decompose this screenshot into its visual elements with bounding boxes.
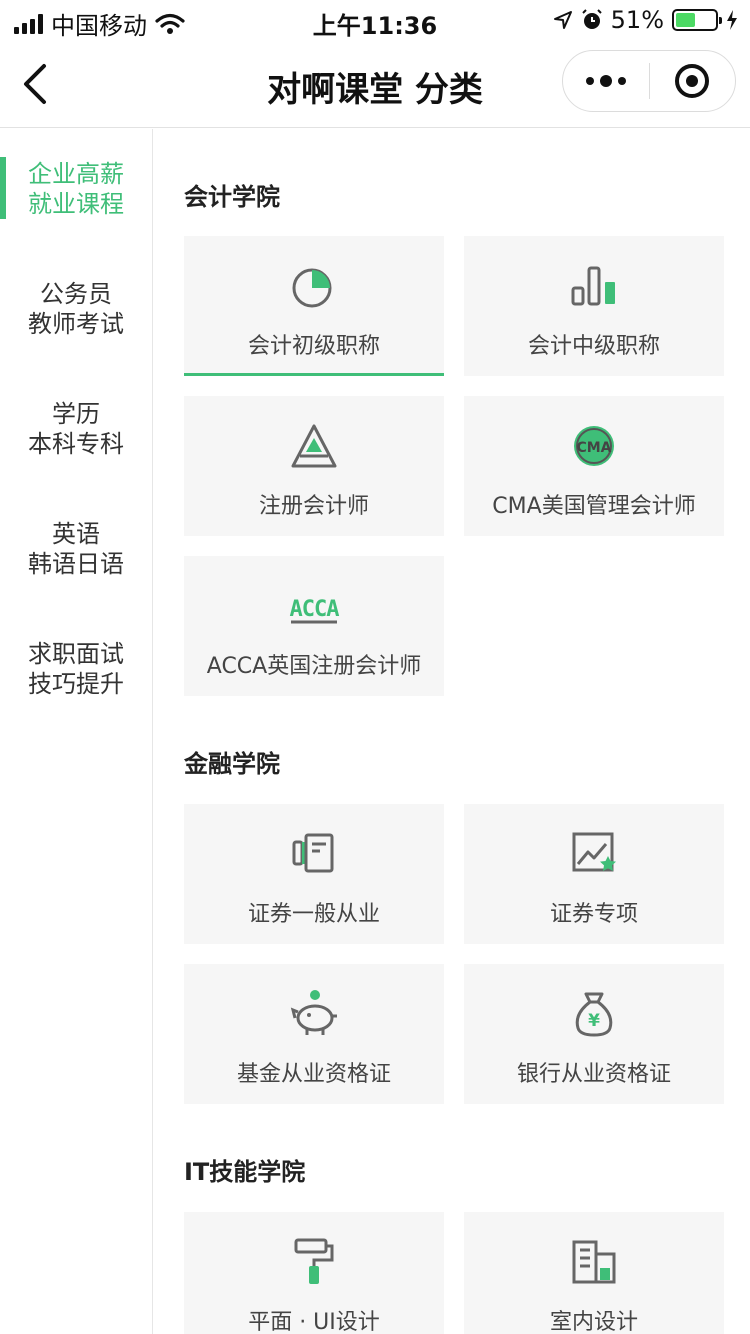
- sidebar-item-job-interview[interactable]: 求职面试 技巧提升: [0, 609, 152, 729]
- card-label: 证券专项: [549, 902, 638, 927]
- sidebar-item-label: 公务员: [40, 280, 112, 308]
- triangle-icon: [291, 424, 337, 468]
- piggy-bank-icon: [290, 990, 337, 1035]
- acca-logo-icon: ACCA: [290, 597, 340, 624]
- charging-bolt-icon: [727, 10, 737, 30]
- card-bank-certificate[interactable]: ¥ 银行从业资格证: [464, 964, 724, 1104]
- battery-icon: [672, 9, 722, 31]
- sidebar-item-label: 求职面试: [28, 640, 124, 668]
- sidebar-item-languages[interactable]: 英语 韩语日语: [0, 489, 152, 609]
- battery-percent: 51%: [610, 6, 664, 34]
- category-sidebar: 企业高薪 就业课程 公务员 教师考试 学历 本科专科 英语 韩语日语 求职面试 …: [0, 129, 153, 1334]
- card-label: CMA美国管理会计师: [492, 494, 696, 519]
- category-content: 会计学院 会计初级职称 会计中级职称 注册会计师 CMA CMA美国管理会计师 …: [154, 129, 750, 1334]
- card-fund-certificate[interactable]: 基金从业资格证: [184, 964, 444, 1104]
- sidebar-item-label: 就业课程: [28, 190, 124, 218]
- card-label: 银行从业资格证: [516, 1062, 671, 1087]
- target-icon: [675, 64, 710, 98]
- card-accounting-intermediate[interactable]: 会计中级职称: [464, 236, 724, 376]
- status-right: 51%: [553, 6, 738, 34]
- sidebar-item-label: 英语: [52, 520, 100, 548]
- document-icon: [292, 833, 334, 873]
- card-label: 会计中级职称: [527, 334, 660, 359]
- card-label: 证券一般从业: [247, 902, 380, 927]
- status-bar: 中国移动 上午11:36 51%: [0, 0, 750, 40]
- sidebar-item-label: 韩语日语: [28, 550, 124, 578]
- battery-fill: [676, 13, 696, 27]
- nav-bar: 对啊课堂 分类: [0, 40, 750, 128]
- card-securities-special[interactable]: 证券专项: [464, 804, 724, 944]
- more-button[interactable]: [563, 51, 649, 111]
- alarm-icon: [581, 9, 602, 29]
- building-icon: [572, 1240, 616, 1284]
- sidebar-item-degree[interactable]: 学历 本科专科: [0, 369, 152, 489]
- card-label: 基金从业资格证: [236, 1062, 391, 1087]
- card-graphic-ui-design[interactable]: 平面 · UI设计: [184, 1212, 444, 1334]
- svg-text:CMA: CMA: [576, 440, 611, 456]
- sidebar-item-label: 学历: [52, 400, 100, 428]
- card-label: 室内设计: [549, 1310, 638, 1334]
- close-mini-program-button[interactable]: [650, 51, 736, 111]
- bar-chart-icon: [571, 266, 615, 306]
- card-cma[interactable]: CMA CMA美国管理会计师: [464, 396, 724, 536]
- section-title-it: IT技能学院: [184, 1158, 306, 1186]
- sidebar-item-label: 技巧提升: [28, 670, 124, 698]
- cma-badge-icon: CMA: [574, 426, 614, 466]
- money-bag-icon: ¥: [575, 992, 613, 1037]
- section-title-finance: 金融学院: [184, 750, 280, 778]
- card-cpa[interactable]: 注册会计师: [184, 396, 444, 536]
- sidebar-item-label: 企业高薪: [28, 160, 124, 188]
- trend-chart-icon: [572, 832, 616, 872]
- more-dots-icon: [585, 75, 626, 87]
- section-title-accounting: 会计学院: [184, 183, 280, 211]
- card-label: 平面 · UI设计: [248, 1310, 380, 1334]
- card-securities-general[interactable]: 证券一般从业: [184, 804, 444, 944]
- location-arrow-icon: [553, 11, 572, 29]
- card-label: ACCA英国注册会计师: [206, 654, 422, 679]
- sidebar-item-label: 本科专科: [28, 430, 124, 458]
- sidebar-item-label: 教师考试: [28, 310, 124, 338]
- sidebar-item-enterprise-jobs[interactable]: 企业高薪 就业课程: [0, 129, 152, 249]
- paint-roller-icon: [294, 1238, 334, 1284]
- card-acca[interactable]: ACCA ACCA英国注册会计师: [184, 556, 444, 696]
- pie-chart-icon: [292, 268, 332, 308]
- card-label: 会计初级职称: [247, 334, 380, 359]
- svg-text:¥: ¥: [588, 1011, 600, 1031]
- mini-program-capsule: [562, 50, 736, 112]
- sidebar-item-civil-service[interactable]: 公务员 教师考试: [0, 249, 152, 369]
- card-label: 注册会计师: [258, 494, 369, 519]
- svg-text:ACCA: ACCA: [290, 597, 340, 622]
- card-interior-design[interactable]: 室内设计: [464, 1212, 724, 1334]
- card-accounting-junior[interactable]: 会计初级职称: [184, 236, 444, 376]
